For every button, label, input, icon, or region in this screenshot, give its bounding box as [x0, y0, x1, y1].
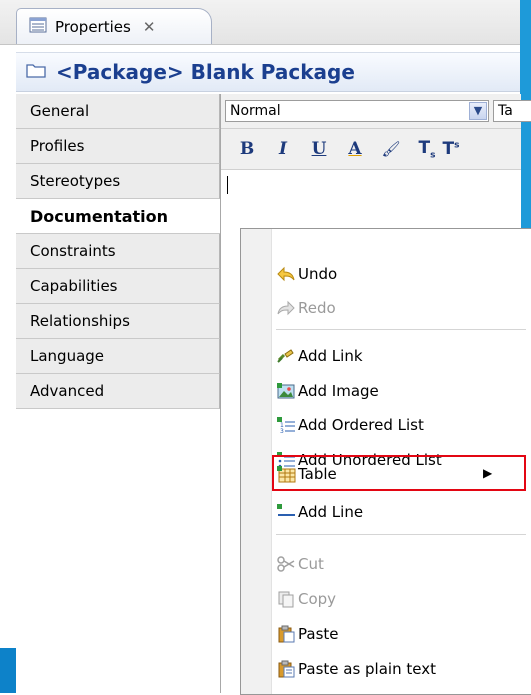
- ordered-list-icon: 13: [276, 416, 296, 435]
- menu-item-label: Paste as plain text: [298, 660, 436, 678]
- scissors-icon: [276, 555, 296, 573]
- menu-item-add-ordered-list[interactable]: 13 Add Ordered List: [276, 413, 424, 437]
- menu-item-label: Add Image: [298, 382, 379, 400]
- image-icon: [276, 382, 296, 400]
- sidebar-item-language[interactable]: Language: [16, 339, 220, 374]
- second-format-select[interactable]: Ta: [493, 100, 531, 122]
- menu-item-label: Table: [298, 465, 337, 483]
- copy-icon: [276, 590, 296, 608]
- subscript-button[interactable]: Ts: [417, 138, 437, 160]
- menu-item-paste[interactable]: Paste: [276, 622, 339, 646]
- menu-separator: [276, 534, 526, 535]
- link-icon: [276, 347, 296, 365]
- menu-icon-gutter: [241, 229, 272, 694]
- menu-item-label: Paste: [298, 625, 339, 643]
- menu-separator: [276, 329, 526, 330]
- font-color-icon: A: [348, 139, 362, 159]
- chevron-down-icon[interactable]: ▼: [469, 102, 487, 120]
- menu-item-add-link[interactable]: Add Link: [276, 344, 363, 368]
- sidebar-item-label: Capabilities: [30, 277, 118, 295]
- sidebar-item-label: Profiles: [30, 137, 85, 155]
- horizontal-line-icon: [276, 503, 296, 521]
- format-toolbar: Normal ▼ Ta: [221, 94, 531, 129]
- window-edge-strip-left: [0, 648, 16, 693]
- menu-item-label: Add Link: [298, 347, 363, 365]
- sidebar-item-capabilities[interactable]: Capabilities: [16, 269, 220, 304]
- sidebar-item-label: Stereotypes: [30, 172, 121, 190]
- view-tab-strip: Properties ✕: [0, 0, 520, 45]
- sidebar-item-relationships[interactable]: Relationships: [16, 304, 220, 339]
- sidebar-item-constraints[interactable]: Constraints: [16, 234, 220, 269]
- font-color-button[interactable]: A: [345, 139, 365, 159]
- submenu-arrow-icon: ▶: [483, 466, 493, 480]
- sidebar-item-general[interactable]: General: [16, 94, 220, 129]
- properties-title-bar: <Package> Blank Package: [16, 52, 520, 92]
- sidebar-item-stereotypes[interactable]: Stereotypes: [16, 164, 220, 199]
- menu-item-table[interactable]: Table: [276, 462, 337, 486]
- menu-item-paste-plain-text[interactable]: Paste as plain text: [276, 657, 436, 681]
- sidebar-item-label: General: [30, 102, 90, 120]
- menu-item-label: Add Line: [298, 503, 364, 521]
- package-icon: [26, 62, 46, 82]
- paragraph-format-select[interactable]: Normal ▼: [225, 100, 489, 122]
- sidebar-item-label: Constraints: [30, 242, 116, 260]
- sidebar-item-profiles[interactable]: Profiles: [16, 129, 220, 164]
- menu-item-label: Undo: [298, 265, 338, 283]
- menu-item-label: Cut: [298, 555, 324, 573]
- paste-icon: [276, 625, 296, 643]
- table-icon: [276, 465, 296, 483]
- close-icon[interactable]: ✕: [143, 18, 156, 36]
- menu-item-redo[interactable]: Redo: [276, 296, 336, 320]
- sidebar-item-label: Advanced: [30, 382, 105, 400]
- properties-sidebar: General Profiles Stereotypes Documentati…: [16, 94, 220, 693]
- tab-properties[interactable]: Properties ✕: [16, 8, 212, 44]
- menu-item-copy[interactable]: Copy: [276, 587, 336, 611]
- menu-item-label: Add Ordered List: [298, 416, 424, 434]
- sidebar-item-label: Documentation: [30, 207, 169, 226]
- sidebar-item-label: Language: [30, 347, 105, 365]
- underline-button[interactable]: U: [309, 139, 329, 159]
- bold-button[interactable]: B: [237, 139, 257, 159]
- paragraph-format-value: Normal: [230, 103, 281, 119]
- menu-item-add-image[interactable]: Add Image: [276, 379, 379, 403]
- svg-text:3: 3: [280, 428, 284, 434]
- menu-item-cut[interactable]: Cut: [276, 552, 324, 576]
- undo-icon: [276, 265, 296, 283]
- sidebar-item-label: Relationships: [30, 312, 130, 330]
- tab-label: Properties: [55, 17, 131, 36]
- text-caret: [227, 176, 228, 194]
- menu-item-label: Redo: [298, 299, 336, 317]
- menu-item-add-line[interactable]: Add Line: [276, 500, 363, 524]
- properties-icon: [29, 17, 47, 37]
- sidebar-item-documentation[interactable]: Documentation: [16, 199, 220, 234]
- page-title: <Package> Blank Package: [56, 60, 355, 84]
- fill-color-icon[interactable]: 🖌: [381, 140, 401, 158]
- redo-icon: [276, 299, 296, 317]
- superscript-button[interactable]: Ts: [441, 139, 461, 159]
- paste-plain-icon: [276, 660, 296, 678]
- menu-item-undo[interactable]: Undo: [276, 262, 337, 286]
- style-toolbar: B I U A 🖌 Ts Ts: [221, 129, 521, 170]
- menu-item-label: Copy: [298, 590, 337, 608]
- sidebar-item-advanced[interactable]: Advanced: [16, 374, 220, 409]
- italic-button[interactable]: I: [273, 139, 293, 159]
- second-format-value: Ta: [498, 103, 513, 119]
